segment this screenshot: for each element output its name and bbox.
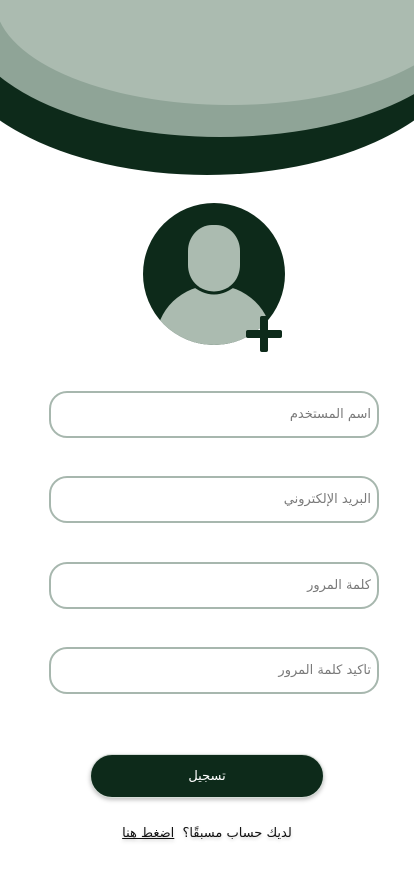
register-button[interactable]: تسجيل xyxy=(90,754,324,798)
confirm-password-field[interactable] xyxy=(49,647,379,694)
login-prompt-text: لديك حساب مسبقًا؟ xyxy=(182,826,292,841)
login-link[interactable]: اضغط هنا xyxy=(122,826,174,841)
signup-screen: تسجيل لديك حساب مسبقًا؟ اضغط هنا xyxy=(0,0,414,896)
email-field[interactable] xyxy=(49,476,379,523)
login-prompt: لديك حساب مسبقًا؟ اضغط هنا xyxy=(0,826,414,841)
password-field[interactable] xyxy=(49,562,379,609)
plus-icon[interactable] xyxy=(242,312,286,356)
username-field[interactable] xyxy=(49,391,379,438)
profile-photo-picker[interactable] xyxy=(143,203,285,355)
header-decoration xyxy=(0,0,414,175)
